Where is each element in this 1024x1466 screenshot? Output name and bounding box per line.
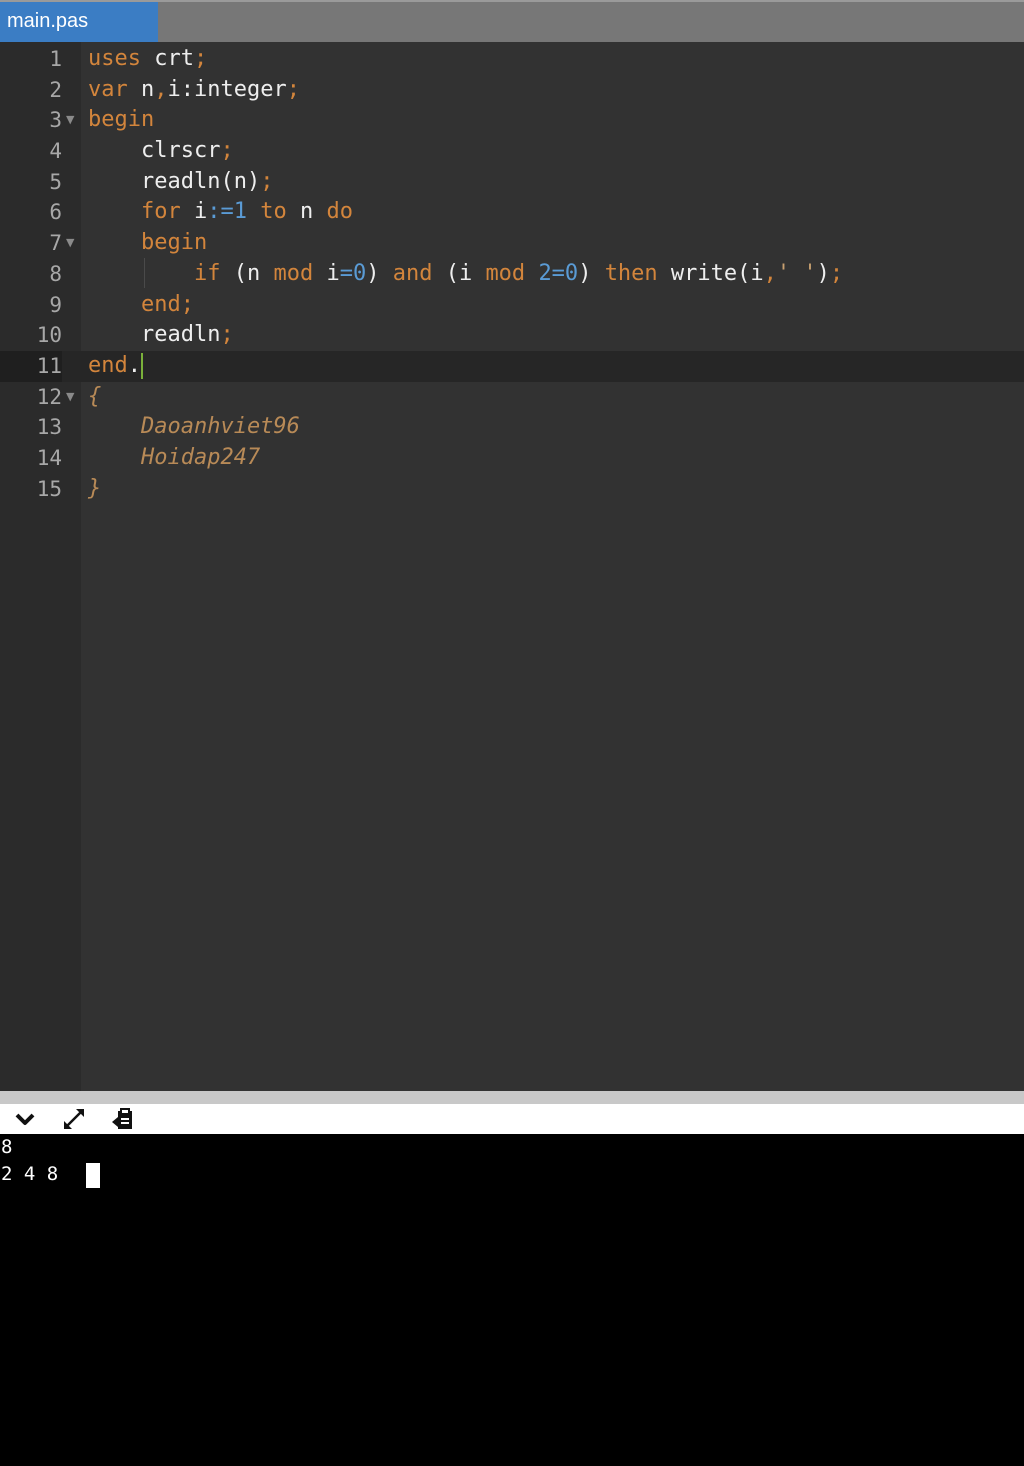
line-number: 7 <box>49 231 62 256</box>
code-lines: 1 uses crt; 2 var n,i:integer; 3 ▼ begin… <box>0 44 1024 504</box>
clipboard-icon[interactable] <box>110 1106 136 1132</box>
code-text: begin <box>88 107 155 133</box>
code-editor[interactable]: 1 uses crt; 2 var n,i:integer; 3 ▼ begin… <box>0 42 1024 1091</box>
line-number: 2 <box>49 77 62 102</box>
tab-label: main.pas <box>7 10 89 32</box>
line-number: 3 <box>49 108 62 133</box>
code-text: for i:=1 to n do <box>140 199 353 225</box>
fold-arrow-icon[interactable]: ▼ <box>66 382 74 412</box>
code-text: begin <box>140 230 208 256</box>
code-line-12[interactable]: 12 ▼ { <box>0 382 1024 413</box>
code-line-15[interactable]: 15 } <box>0 474 1024 505</box>
code-text: clrscr; <box>88 138 234 164</box>
line-number: 14 <box>36 445 62 470</box>
line-number: 9 <box>49 292 62 317</box>
line-number: 1 <box>49 47 62 71</box>
line-number: 5 <box>49 169 62 194</box>
code-text: if (n mod i=0) and (i mod 2=0) then writ… <box>193 260 844 286</box>
line-number: 13 <box>36 415 62 440</box>
code-text: Daoanhviet96 <box>88 414 300 440</box>
code-line-3[interactable]: 3 ▼ begin <box>0 105 1024 136</box>
code-text: readln(n); <box>88 168 274 194</box>
line-number: 6 <box>49 200 62 225</box>
line-number: 11 <box>0 350 62 382</box>
fold-arrow-icon[interactable]: ▼ <box>66 105 74 135</box>
line-number: 4 <box>49 139 62 164</box>
code-text: readln; <box>88 322 234 348</box>
code-line-4[interactable]: 4 clrscr; <box>0 136 1024 167</box>
console-line-2: 2 4 8 <box>1 1163 70 1185</box>
code-line-9[interactable]: 9 end; <box>0 290 1024 321</box>
code-line-2[interactable]: 2 var n,i:integer; <box>0 75 1024 106</box>
tab-bar: main.pas <box>0 0 1024 42</box>
code-text: { <box>88 383 102 409</box>
chevron-down-icon[interactable] <box>12 1106 38 1132</box>
code-text: Hoidap247 <box>88 444 261 470</box>
terminal-cursor <box>86 1163 100 1188</box>
code-line-14[interactable]: 14 Hoidap247 <box>0 443 1024 474</box>
text-cursor <box>141 352 143 379</box>
console-output[interactable]: 8 2 4 8 <box>0 1134 1024 1466</box>
line-number: 12 <box>36 384 62 409</box>
panel-splitter[interactable] <box>0 1091 1024 1104</box>
code-line-1[interactable]: 1 uses crt; <box>0 44 1024 75</box>
fold-arrow-icon[interactable]: ▼ <box>66 228 74 258</box>
code-text: } <box>88 475 102 501</box>
code-line-11-active[interactable]: 11 end. <box>0 350 1024 382</box>
console-line-1: 8 <box>1 1136 13 1158</box>
console-toolbar <box>0 1104 1024 1134</box>
code-text: end. <box>88 352 143 379</box>
code-line-7[interactable]: 7 ▼ begin <box>0 228 1024 259</box>
line-number: 15 <box>36 476 62 501</box>
code-line-5[interactable]: 5 readln(n); <box>0 167 1024 198</box>
code-text: end; <box>140 291 194 317</box>
code-text: var n,i:integer; <box>88 76 300 102</box>
code-line-13[interactable]: 13 Daoanhviet96 <box>0 412 1024 443</box>
expand-icon[interactable] <box>61 1106 87 1132</box>
code-text: uses crt; <box>88 46 208 71</box>
line-number: 8 <box>49 261 62 286</box>
code-line-8[interactable]: 8 if (n mod i=0) and (i mod 2=0) then wr… <box>0 259 1024 290</box>
code-line-10[interactable]: 10 readln; <box>0 320 1024 351</box>
tab-main-pas[interactable]: main.pas <box>0 2 158 42</box>
code-line-6[interactable]: 6 for i:=1 to n do <box>0 197 1024 228</box>
line-number: 10 <box>36 323 62 348</box>
